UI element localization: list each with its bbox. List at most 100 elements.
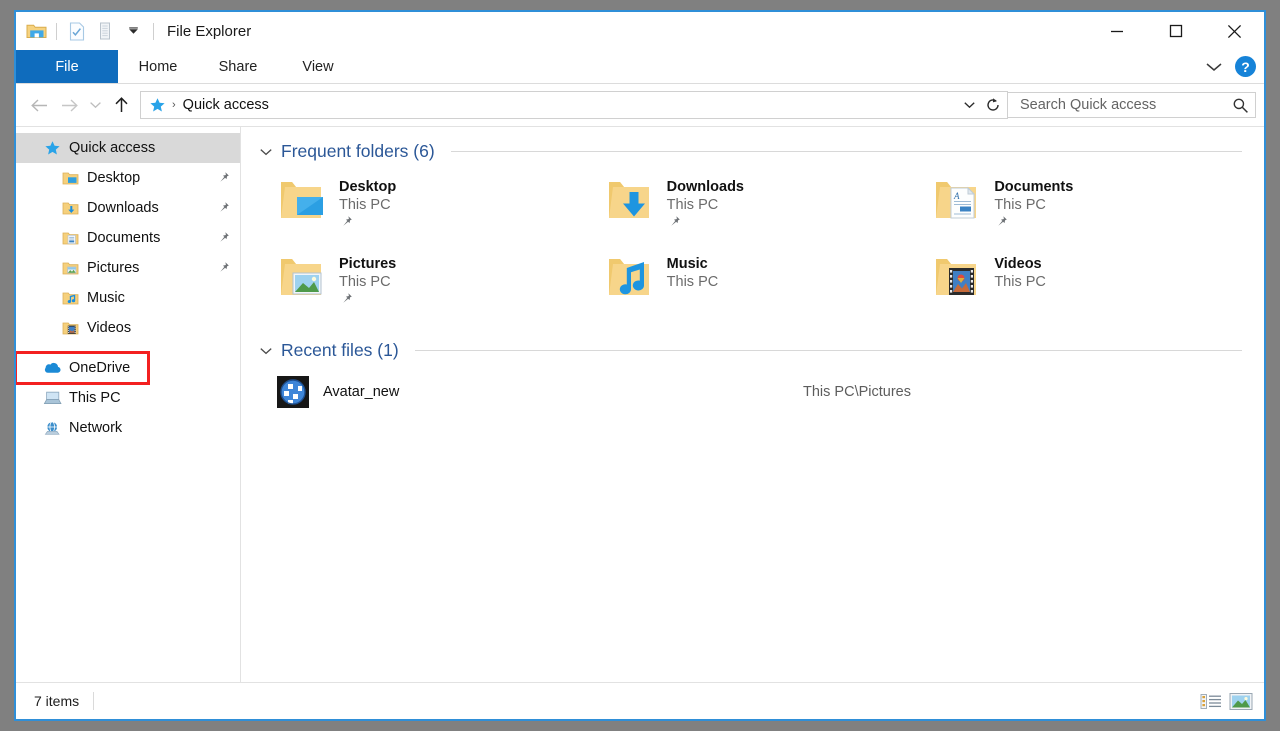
recent-file-row[interactable]: Avatar_new This PC\Pictures (259, 375, 1242, 409)
tile-location: This PC (667, 274, 719, 290)
pin-icon[interactable] (667, 215, 744, 229)
breadcrumb-bar[interactable]: › Quick access (140, 91, 1008, 119)
sidebar-item-label: Quick access (69, 140, 155, 156)
tile-name: Videos (994, 256, 1046, 272)
header-rule (415, 350, 1242, 351)
pin-icon[interactable] (216, 201, 230, 215)
quick-access-toolbar (16, 18, 159, 44)
window-controls (1087, 12, 1264, 50)
tile-location: This PC (339, 197, 396, 213)
avatar-globe-icon (277, 376, 309, 408)
tab-share[interactable]: Share (198, 50, 278, 83)
sidebar-item-label: Documents (87, 230, 160, 246)
window-body: Quick access Desktop (16, 126, 1264, 682)
folder-icon[interactable] (23, 18, 49, 44)
recent-file-name: Avatar_new (323, 384, 803, 400)
sidebar-item-quick-access[interactable]: Quick access (16, 133, 240, 163)
close-button[interactable] (1205, 12, 1264, 50)
pin-icon[interactable] (216, 231, 230, 245)
up-button[interactable] (106, 90, 136, 120)
back-button[interactable] (24, 90, 54, 120)
toolbar-divider (56, 23, 57, 40)
collapse-chevron-icon[interactable] (259, 147, 273, 157)
address-dropdown-chevron-icon[interactable] (957, 93, 981, 117)
pin-icon[interactable] (216, 171, 230, 185)
tab-home[interactable]: Home (118, 50, 198, 83)
folder-music-icon (60, 291, 80, 306)
header-rule (451, 151, 1242, 152)
folder-tile[interactable]: A Documents This PC (914, 176, 1242, 229)
frequent-folders-header[interactable]: Frequent folders (6) (259, 141, 1242, 162)
sidebar-item-downloads[interactable]: Downloads (16, 193, 240, 223)
sidebar-item-label: Desktop (87, 170, 140, 186)
folder-desktop-icon (277, 176, 329, 224)
sidebar-item-videos[interactable]: Videos (16, 313, 240, 343)
recent-locations-chevron-icon[interactable] (84, 90, 106, 120)
pin-icon[interactable] (339, 292, 396, 306)
new-folder-icon[interactable] (92, 18, 118, 44)
search-input[interactable] (1018, 96, 1232, 114)
tile-name: Desktop (339, 179, 396, 195)
svg-text:A: A (953, 191, 960, 201)
sidebar-item-label: OneDrive (69, 360, 130, 376)
folder-pictures-icon (60, 261, 80, 276)
recent-files-title: Recent files (1) (281, 340, 399, 361)
folder-tile[interactable]: Videos This PC (914, 253, 1242, 306)
large-icons-view-button[interactable] (1226, 688, 1256, 714)
sidebar-item-documents[interactable]: Documents (16, 223, 240, 253)
folder-tile[interactable]: Music This PC (587, 253, 915, 306)
folder-videos-icon (60, 321, 80, 336)
sidebar-item-onedrive[interactable]: OneDrive (16, 353, 148, 383)
customize-chevron-icon[interactable] (120, 18, 146, 44)
help-button[interactable]: ? (1235, 56, 1256, 77)
folder-documents-icon (60, 231, 80, 246)
tile-meta: Documents This PC (994, 176, 1073, 229)
folder-tile[interactable]: Pictures This PC (259, 253, 587, 306)
forward-button[interactable] (54, 90, 84, 120)
this-pc-icon (42, 390, 62, 406)
sidebar-item-pictures[interactable]: Pictures (16, 253, 240, 283)
breadcrumb-separator: › (172, 99, 176, 111)
folder-tile[interactable]: Downloads This PC (587, 176, 915, 229)
details-view-button[interactable] (1196, 688, 1226, 714)
ribbon-tab-bar: File Home Share View ? (16, 50, 1264, 84)
file-explorer-window: File Explorer File Home Share View ? (14, 10, 1266, 721)
tile-name: Music (667, 256, 719, 272)
folder-documents-icon: A (932, 176, 984, 224)
collapse-chevron-icon[interactable] (259, 346, 273, 356)
ribbon-right-controls: ? (1205, 50, 1256, 83)
refresh-icon[interactable] (981, 93, 1005, 117)
recent-files-header[interactable]: Recent files (1) (259, 340, 1242, 361)
status-divider (93, 692, 94, 710)
folder-desktop-icon (60, 171, 80, 186)
recent-files-section: Recent files (1) (259, 340, 1242, 409)
folder-tile[interactable]: Desktop This PC (259, 176, 587, 229)
folder-music-icon (605, 253, 657, 301)
sidebar-item-label: Videos (87, 320, 131, 336)
properties-icon[interactable] (64, 18, 90, 44)
sidebar-spacer (16, 343, 240, 353)
sidebar-item-music[interactable]: Music (16, 283, 240, 313)
sidebar-item-label: Pictures (87, 260, 139, 276)
network-icon (42, 420, 62, 436)
sidebar-item-desktop[interactable]: Desktop (16, 163, 240, 193)
sidebar-item-label: Network (69, 420, 122, 436)
pin-icon[interactable] (216, 261, 230, 275)
search-icon[interactable] (1232, 97, 1249, 114)
toolbar-divider-2 (153, 23, 154, 40)
pin-icon[interactable] (339, 215, 396, 229)
sidebar-item-this-pc[interactable]: This PC (16, 383, 240, 413)
pin-icon[interactable] (994, 215, 1073, 229)
tab-view[interactable]: View (278, 50, 358, 83)
minimize-button[interactable] (1087, 12, 1146, 50)
tile-meta: Desktop This PC (339, 176, 396, 229)
maximize-button[interactable] (1146, 12, 1205, 50)
content-pane: Frequent folders (6) Deskt (241, 127, 1264, 682)
onedrive-cloud-icon (42, 361, 62, 375)
sidebar-item-network[interactable]: Network (16, 413, 240, 443)
expand-ribbon-chevron-icon[interactable] (1205, 61, 1223, 73)
tile-location: This PC (667, 197, 744, 213)
search-box[interactable] (1008, 92, 1256, 118)
tab-file[interactable]: File (16, 50, 118, 83)
breadcrumb-current[interactable]: Quick access (183, 97, 269, 113)
